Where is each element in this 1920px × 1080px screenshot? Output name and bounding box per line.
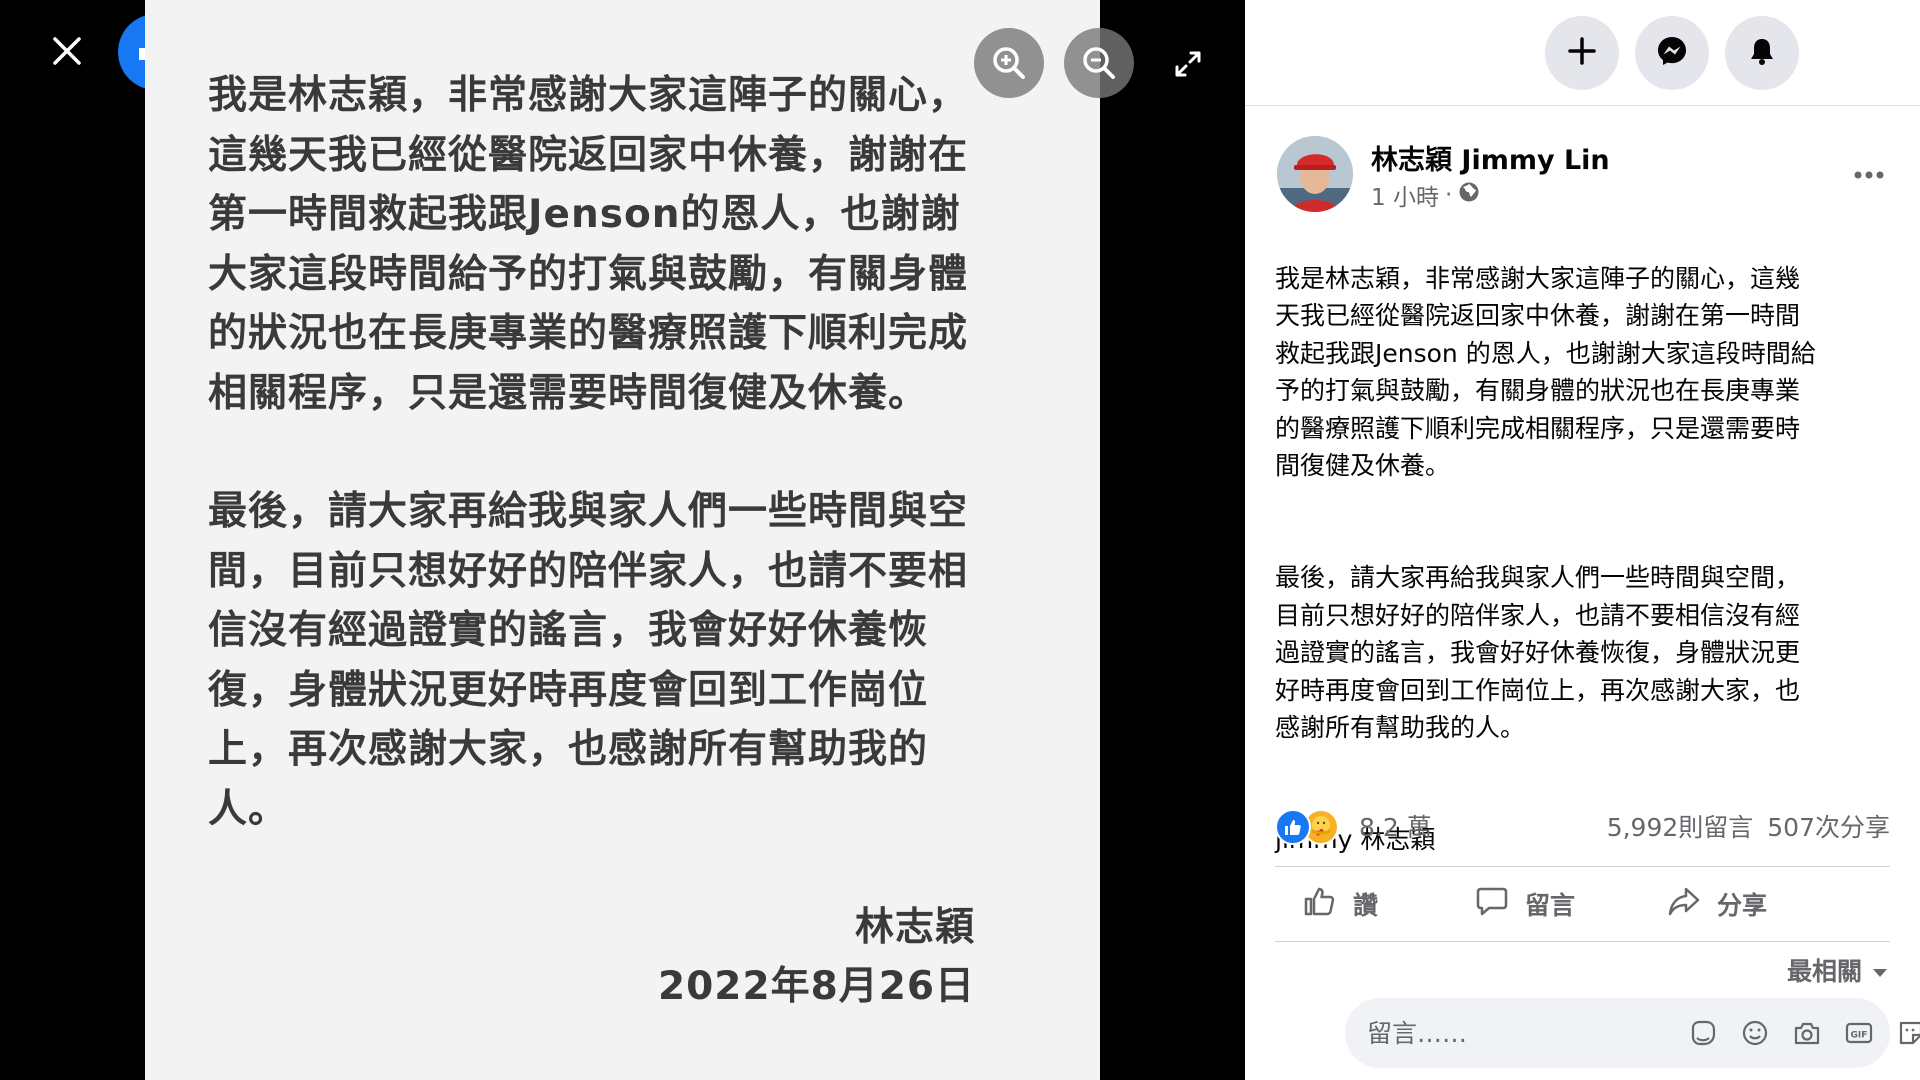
messenger-button[interactable] — [1635, 16, 1709, 90]
sort-label: 最相關 — [1786, 957, 1862, 986]
post-paragraph-1: 我是林志穎，非常感謝大家這陣子的關心，這幾 天我已經從醫院返回家中休養，謝謝在第… — [1275, 263, 1816, 481]
comment-button[interactable]: 留言 — [1475, 874, 1575, 934]
emoji-icon[interactable] — [1736, 1014, 1774, 1052]
comment-share-counts: 5,992則留言 507次分享 — [1607, 808, 1890, 844]
zoom-out-icon[interactable] — [1064, 28, 1134, 98]
post-time[interactable]: 1 小時 — [1371, 178, 1439, 212]
more-icon — [1854, 164, 1884, 183]
avatar[interactable] — [1277, 136, 1353, 212]
post-photo: 我是林志穎，非常感謝大家這陣子的關心， 這幾天我已經從醫院返回家中休養，謝謝在 … — [145, 0, 1100, 1080]
more-options-button[interactable] — [1847, 158, 1891, 188]
author-name[interactable]: 林志穎 Jimmy Lin — [1371, 138, 1610, 177]
share-arrow-icon — [1667, 884, 1701, 924]
signature-date: 2022年8月26日 — [658, 964, 975, 1009]
plus-icon — [1567, 36, 1597, 70]
svg-text:GIF: GIF — [1851, 1031, 1868, 1041]
comment-composer: GIF — [1345, 998, 1920, 1068]
bell-icon — [1746, 35, 1778, 71]
comment-count[interactable]: 5,992則留言 — [1607, 813, 1754, 842]
photo-paragraph-2: 最後，請大家再給我與家人們一些時間與空 間，目前只想好好的陪伴家人，也請不要相 … — [208, 489, 969, 832]
notifications-button[interactable] — [1725, 16, 1799, 90]
photo-viewer: 我是林志穎，非常感謝大家這陣子的關心， 這幾天我已經從醫院返回家中休養，謝謝在 … — [0, 0, 1245, 1080]
sticker-face-icon[interactable] — [1684, 1014, 1722, 1052]
comment-tools: GIF — [1684, 1014, 1920, 1052]
reaction-summary: 8.2 萬 5,992則留言 507次分享 — [1275, 804, 1890, 848]
comment-input[interactable] — [1367, 1018, 1684, 1048]
top-bar — [1245, 0, 1920, 106]
thumbs-up-icon — [1303, 884, 1337, 924]
share-button[interactable]: 分享 — [1667, 874, 1767, 934]
comment-label: 留言 — [1525, 891, 1576, 920]
gif-icon[interactable]: GIF — [1840, 1014, 1878, 1052]
zoom-in-icon[interactable] — [974, 28, 1044, 98]
photo-paragraph-1: 我是林志穎，非常感謝大家這陣子的關心， 這幾天我已經從醫院返回家中休養，謝謝在 … — [208, 73, 969, 416]
post-action-bar: 讚 留言 分享 — [1275, 866, 1890, 942]
reaction-icons[interactable] — [1275, 806, 1347, 846]
create-button[interactable] — [1545, 16, 1619, 90]
meta-separator: · — [1444, 182, 1453, 208]
post-meta: 1 小時 · — [1371, 178, 1480, 212]
post-paragraph-2: 最後，請大家再給我與家人們一些時間與空間， 目前只想好好的陪伴家人，也請不要相信… — [1275, 563, 1801, 742]
caret-down-icon — [1872, 956, 1888, 985]
expand-icon[interactable] — [1168, 44, 1208, 84]
like-button[interactable]: 讚 — [1303, 874, 1378, 934]
messenger-icon — [1655, 34, 1689, 72]
photo-signature: 林志穎 2022年8月26日 — [658, 898, 975, 1016]
reaction-count[interactable]: 8.2 萬 — [1359, 808, 1432, 844]
globe-icon — [1458, 181, 1480, 209]
signature-name: 林志穎 — [854, 905, 975, 950]
like-reaction-icon — [1275, 809, 1311, 845]
camera-icon[interactable] — [1788, 1014, 1826, 1052]
close-icon[interactable] — [44, 28, 90, 74]
sticker-icon[interactable] — [1892, 1014, 1920, 1052]
speech-bubble-icon — [1475, 884, 1509, 924]
share-label: 分享 — [1717, 891, 1768, 920]
like-label: 讚 — [1353, 891, 1379, 920]
share-count[interactable]: 507次分享 — [1767, 813, 1890, 842]
comment-sort-dropdown[interactable]: 最相關 — [1787, 952, 1888, 988]
post-header: 林志穎 Jimmy Lin 1 小時 · — [1277, 136, 1897, 212]
post-sidebar: 林志穎 Jimmy Lin 1 小時 · 我是林志穎，非常感謝大家這陣子的關心，… — [1245, 0, 1920, 1080]
